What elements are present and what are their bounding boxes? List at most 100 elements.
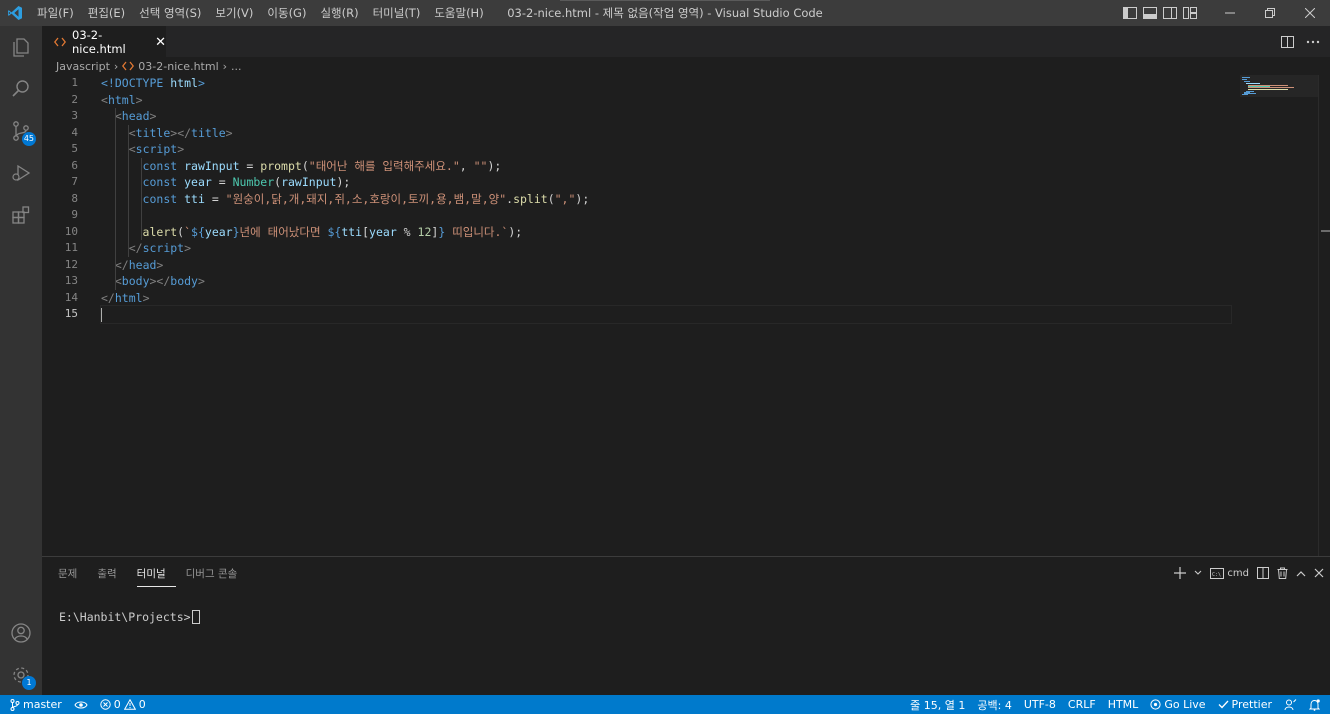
menu-selection[interactable]: 선택 영역(S) <box>132 0 208 26</box>
code-line[interactable]: alert(`${year}년에 태어났다면 ${tti[year % 12]}… <box>101 223 1231 240</box>
code-token: html <box>170 76 198 90</box>
menu-view[interactable]: 보기(V) <box>208 0 260 26</box>
menu-terminal[interactable]: 터미널(T) <box>366 0 428 26</box>
menu-edit[interactable]: 편집(E) <box>81 0 132 26</box>
split-editor-icon[interactable] <box>1281 35 1294 48</box>
code-token: > <box>135 92 143 107</box>
tab-debug-console[interactable]: 디버그 콘솔 <box>186 563 248 587</box>
code-line[interactable]: <title></title> <box>101 124 1231 141</box>
line-number: 3 <box>71 109 78 122</box>
code-line[interactable] <box>101 207 1231 224</box>
code-token: > <box>156 257 164 272</box>
code-line[interactable]: </head> <box>101 256 1231 273</box>
tab-output[interactable]: 출력 <box>97 563 126 587</box>
breadcrumb-folder[interactable]: Javascript <box>56 60 110 73</box>
toggle-secondary-sidebar-icon[interactable] <box>1160 0 1180 26</box>
code-token: ${ <box>327 224 342 239</box>
maximize-panel-chevron-up-icon[interactable] <box>1296 570 1306 577</box>
more-actions-icon[interactable] <box>1306 40 1320 44</box>
encoding[interactable]: UTF-8 <box>1018 695 1062 714</box>
code-token: html <box>107 92 136 107</box>
code-line[interactable]: <!DOCTYPE html> <box>101 75 1231 92</box>
line-number: 14 <box>64 290 78 304</box>
indent-guide <box>115 157 116 174</box>
settings-badge: 1 <box>22 676 36 690</box>
git-branch-icon <box>10 698 20 711</box>
code-line[interactable]: <script> <box>101 141 1231 158</box>
go-live-button[interactable]: Go Live <box>1144 695 1211 714</box>
end-of-line[interactable]: CRLF <box>1062 695 1102 714</box>
tab-terminal[interactable]: 터미널 <box>136 563 176 587</box>
source-control-icon[interactable]: 45 <box>0 110 42 152</box>
close-panel-icon[interactable] <box>1314 568 1324 578</box>
window-title: 03-2-nice.html - 제목 없음(작업 영역) - Visual S… <box>507 6 823 20</box>
warning-icon <box>123 699 136 710</box>
code-line[interactable]: <body></body> <box>101 273 1231 290</box>
code-line[interactable]: </script> <box>101 240 1231 257</box>
search-icon[interactable] <box>0 68 42 110</box>
warning-count: 0 <box>138 698 146 711</box>
broadcast-icon <box>1150 699 1161 710</box>
menu-go[interactable]: 이동(G) <box>260 0 313 26</box>
code-line[interactable]: const tti = "원숭이,닭,개,돼지,쥐,소,호랑이,토끼,용,뱀,말… <box>101 190 1231 207</box>
terminal-output[interactable]: E:\Hanbit\Projects> <box>59 610 200 624</box>
breadcrumb-file[interactable]: 03-2-nice.html <box>138 60 218 73</box>
toggle-primary-sidebar-icon[interactable] <box>1120 0 1140 26</box>
new-terminal-icon[interactable] <box>1174 567 1187 579</box>
problems-status[interactable]: 0 0 <box>94 695 152 714</box>
breadcrumb-more[interactable]: ... <box>231 60 242 73</box>
split-terminal-icon[interactable] <box>1257 567 1269 579</box>
accounts-icon[interactable] <box>0 612 42 654</box>
branch-status[interactable]: master <box>0 695 68 714</box>
code-line[interactable]: const rawInput = prompt("태어난 해를 입력해주세요."… <box>101 157 1231 174</box>
tab-problems[interactable]: 문제 <box>58 563 87 587</box>
indent-guide <box>128 124 129 141</box>
indent-guide <box>128 157 129 174</box>
code-lines[interactable]: <!DOCTYPE html> <html> <head> <title></ti… <box>100 75 1232 324</box>
menu-file[interactable]: 파일(F) <box>30 0 81 26</box>
notifications-button[interactable] <box>1303 695 1330 714</box>
code-editor[interactable]: 1 2 3 4 5 6 7 8 9 10 11 12 13 14 15 <!DOCTYPE html> <ht… <box>42 75 1318 556</box>
code-line[interactable]: <head> <box>101 108 1231 125</box>
customize-layout-icon[interactable] <box>1180 0 1200 26</box>
code-line[interactable]: const year = Number(rawInput); <box>101 174 1231 191</box>
code-line[interactable]: <html> <box>101 92 1231 109</box>
cursor-position[interactable]: 줄 15, 열 1 <box>904 695 971 714</box>
sync-status[interactable] <box>68 695 94 714</box>
line-number: 13 <box>64 274 78 287</box>
tab-close-icon[interactable]: ✕ <box>155 35 166 50</box>
language-mode[interactable]: HTML <box>1102 695 1145 714</box>
run-debug-icon[interactable] <box>0 152 42 194</box>
feedback-button[interactable] <box>1278 695 1303 714</box>
kill-terminal-trash-icon[interactable] <box>1277 567 1288 579</box>
code-line[interactable]: </html> <box>101 290 1231 307</box>
extensions-icon[interactable] <box>0 194 42 236</box>
close-window-button[interactable] <box>1290 0 1330 26</box>
code-token: > <box>149 109 157 123</box>
code-token: [ <box>362 224 370 239</box>
code-token: script <box>135 142 178 156</box>
minimap[interactable] <box>1240 75 1318 97</box>
chevron-down-icon[interactable] <box>1194 570 1202 576</box>
manage-gear-icon[interactable]: 1 <box>0 654 42 696</box>
prettier-status[interactable]: Prettier <box>1212 695 1278 714</box>
prettier-label: Prettier <box>1231 698 1272 711</box>
restore-button[interactable] <box>1250 0 1290 26</box>
code-line[interactable] <box>100 305 1232 324</box>
code-token: const <box>142 175 178 189</box>
vscode-logo-icon[interactable] <box>0 0 30 26</box>
minimize-button[interactable] <box>1210 0 1250 26</box>
editor-scrollbar[interactable] <box>1318 75 1330 556</box>
indentation[interactable]: 공백: 4 <box>971 695 1017 714</box>
tab-03-2-nice-html[interactable]: 03-2-nice.html ✕ <box>42 26 166 57</box>
explorer-icon[interactable] <box>0 26 42 68</box>
menu-run[interactable]: 실행(R) <box>313 0 365 26</box>
code-token: , <box>459 158 474 173</box>
branch-name: master <box>23 698 62 711</box>
toggle-panel-icon[interactable] <box>1140 0 1160 26</box>
terminal-shell-selector[interactable]: C:\ cmd <box>1210 567 1249 579</box>
code-token: > <box>197 274 205 288</box>
